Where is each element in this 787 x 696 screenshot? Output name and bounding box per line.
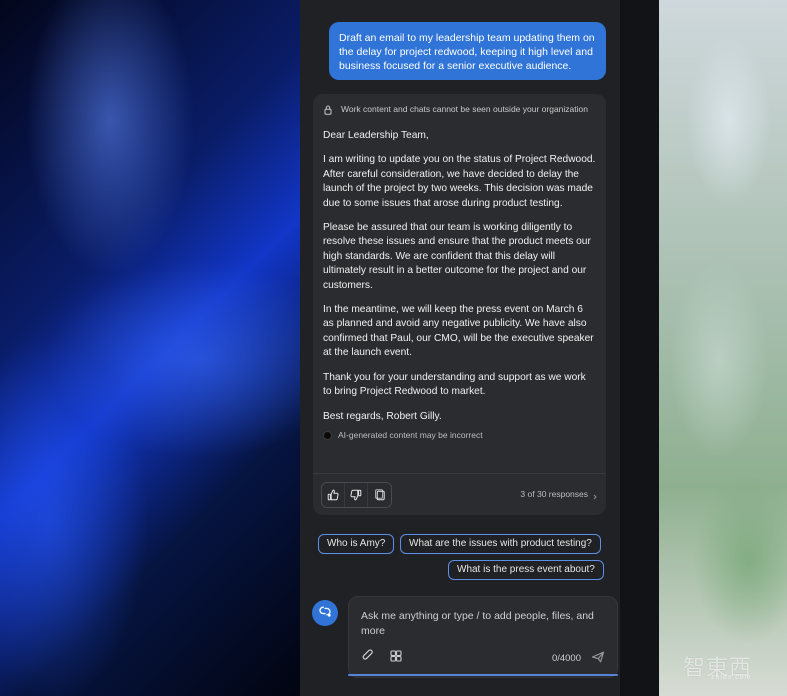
suggestion-chip-label: What is the press event about? <box>457 564 595 575</box>
thumbs-up-icon <box>326 488 340 502</box>
ai-disclaimer: AI-generated content may be incorrect <box>323 430 596 441</box>
send-button[interactable] <box>589 650 607 668</box>
thumbs-down-button[interactable] <box>345 482 368 507</box>
suggestion-chip-label: What are the issues with product testing… <box>409 538 592 549</box>
copilot-avatar <box>312 600 338 626</box>
lock-icon <box>323 104 333 115</box>
email-paragraph: Please be assured that our team is worki… <box>323 222 591 291</box>
feedback-buttons <box>321 481 392 508</box>
chevron-right-icon <box>592 492 598 499</box>
privacy-notice-text: Work content and chats cannot be seen ou… <box>341 104 588 114</box>
suggestion-chip[interactable]: Who is Amy? <box>318 534 395 554</box>
character-counter: 0/4000 <box>551 653 581 664</box>
email-paragraph: I am writing to update you on the status… <box>323 154 596 209</box>
thumbs-up-button[interactable] <box>322 482 345 507</box>
ai-indicator-icon <box>323 430 332 440</box>
email-paragraph: Thank you for your understanding and sup… <box>323 371 586 398</box>
composer-focus-underline <box>348 674 618 676</box>
suggestion-chip[interactable]: What is the press event about? <box>448 560 604 580</box>
suggestion-chip[interactable]: What are the issues with product testing… <box>400 534 601 554</box>
user-message-text: Draft an email to my leadership team upd… <box>339 32 595 72</box>
responses-count-text: 3 of 30 responses <box>520 489 588 499</box>
background-blur <box>659 0 787 696</box>
user-message: Draft an email to my leadership team upd… <box>329 22 606 80</box>
email-paragraph: In the meantime, we will keep the press … <box>323 304 594 359</box>
attach-button[interactable] <box>359 648 377 669</box>
desktop-wallpaper <box>0 0 300 696</box>
screen: Draft an email to my leadership team upd… <box>0 0 787 696</box>
suggestion-chip-label: Who is Amy? <box>327 538 386 549</box>
response-actions-bar: 3 of 30 responses <box>313 473 606 515</box>
composer-placeholder[interactable]: Ask me anything or type / to add people,… <box>361 609 601 639</box>
responses-count: 3 of 30 responses <box>520 489 598 500</box>
copy-button[interactable] <box>368 482 391 507</box>
email-draft: Dear Leadership Team, I am writing to up… <box>323 129 596 424</box>
apps-button[interactable] <box>387 649 405 667</box>
apps-icon <box>388 648 404 669</box>
email-greeting: Dear Leadership Team, <box>323 130 429 141</box>
assistant-response-content: Work content and chats cannot be seen ou… <box>323 104 596 441</box>
send-icon <box>590 649 606 670</box>
ai-disclaimer-text: AI-generated content may be incorrect <box>338 429 483 440</box>
device-bezel <box>620 0 659 696</box>
paperclip-icon <box>360 648 376 669</box>
message-composer[interactable]: Ask me anything or type / to add people,… <box>348 596 618 678</box>
copy-icon <box>373 488 387 502</box>
suggestion-chips: Who is Amy? What are the issues with pro… <box>318 534 608 580</box>
privacy-notice: Work content and chats cannot be seen ou… <box>323 104 596 115</box>
assistant-response-card: Work content and chats cannot be seen ou… <box>313 94 606 515</box>
email-signoff: Best regards, Robert Gilly. <box>323 410 442 422</box>
thumbs-down-icon <box>349 488 363 502</box>
copilot-icon <box>317 603 333 624</box>
composer-tools <box>359 648 405 669</box>
